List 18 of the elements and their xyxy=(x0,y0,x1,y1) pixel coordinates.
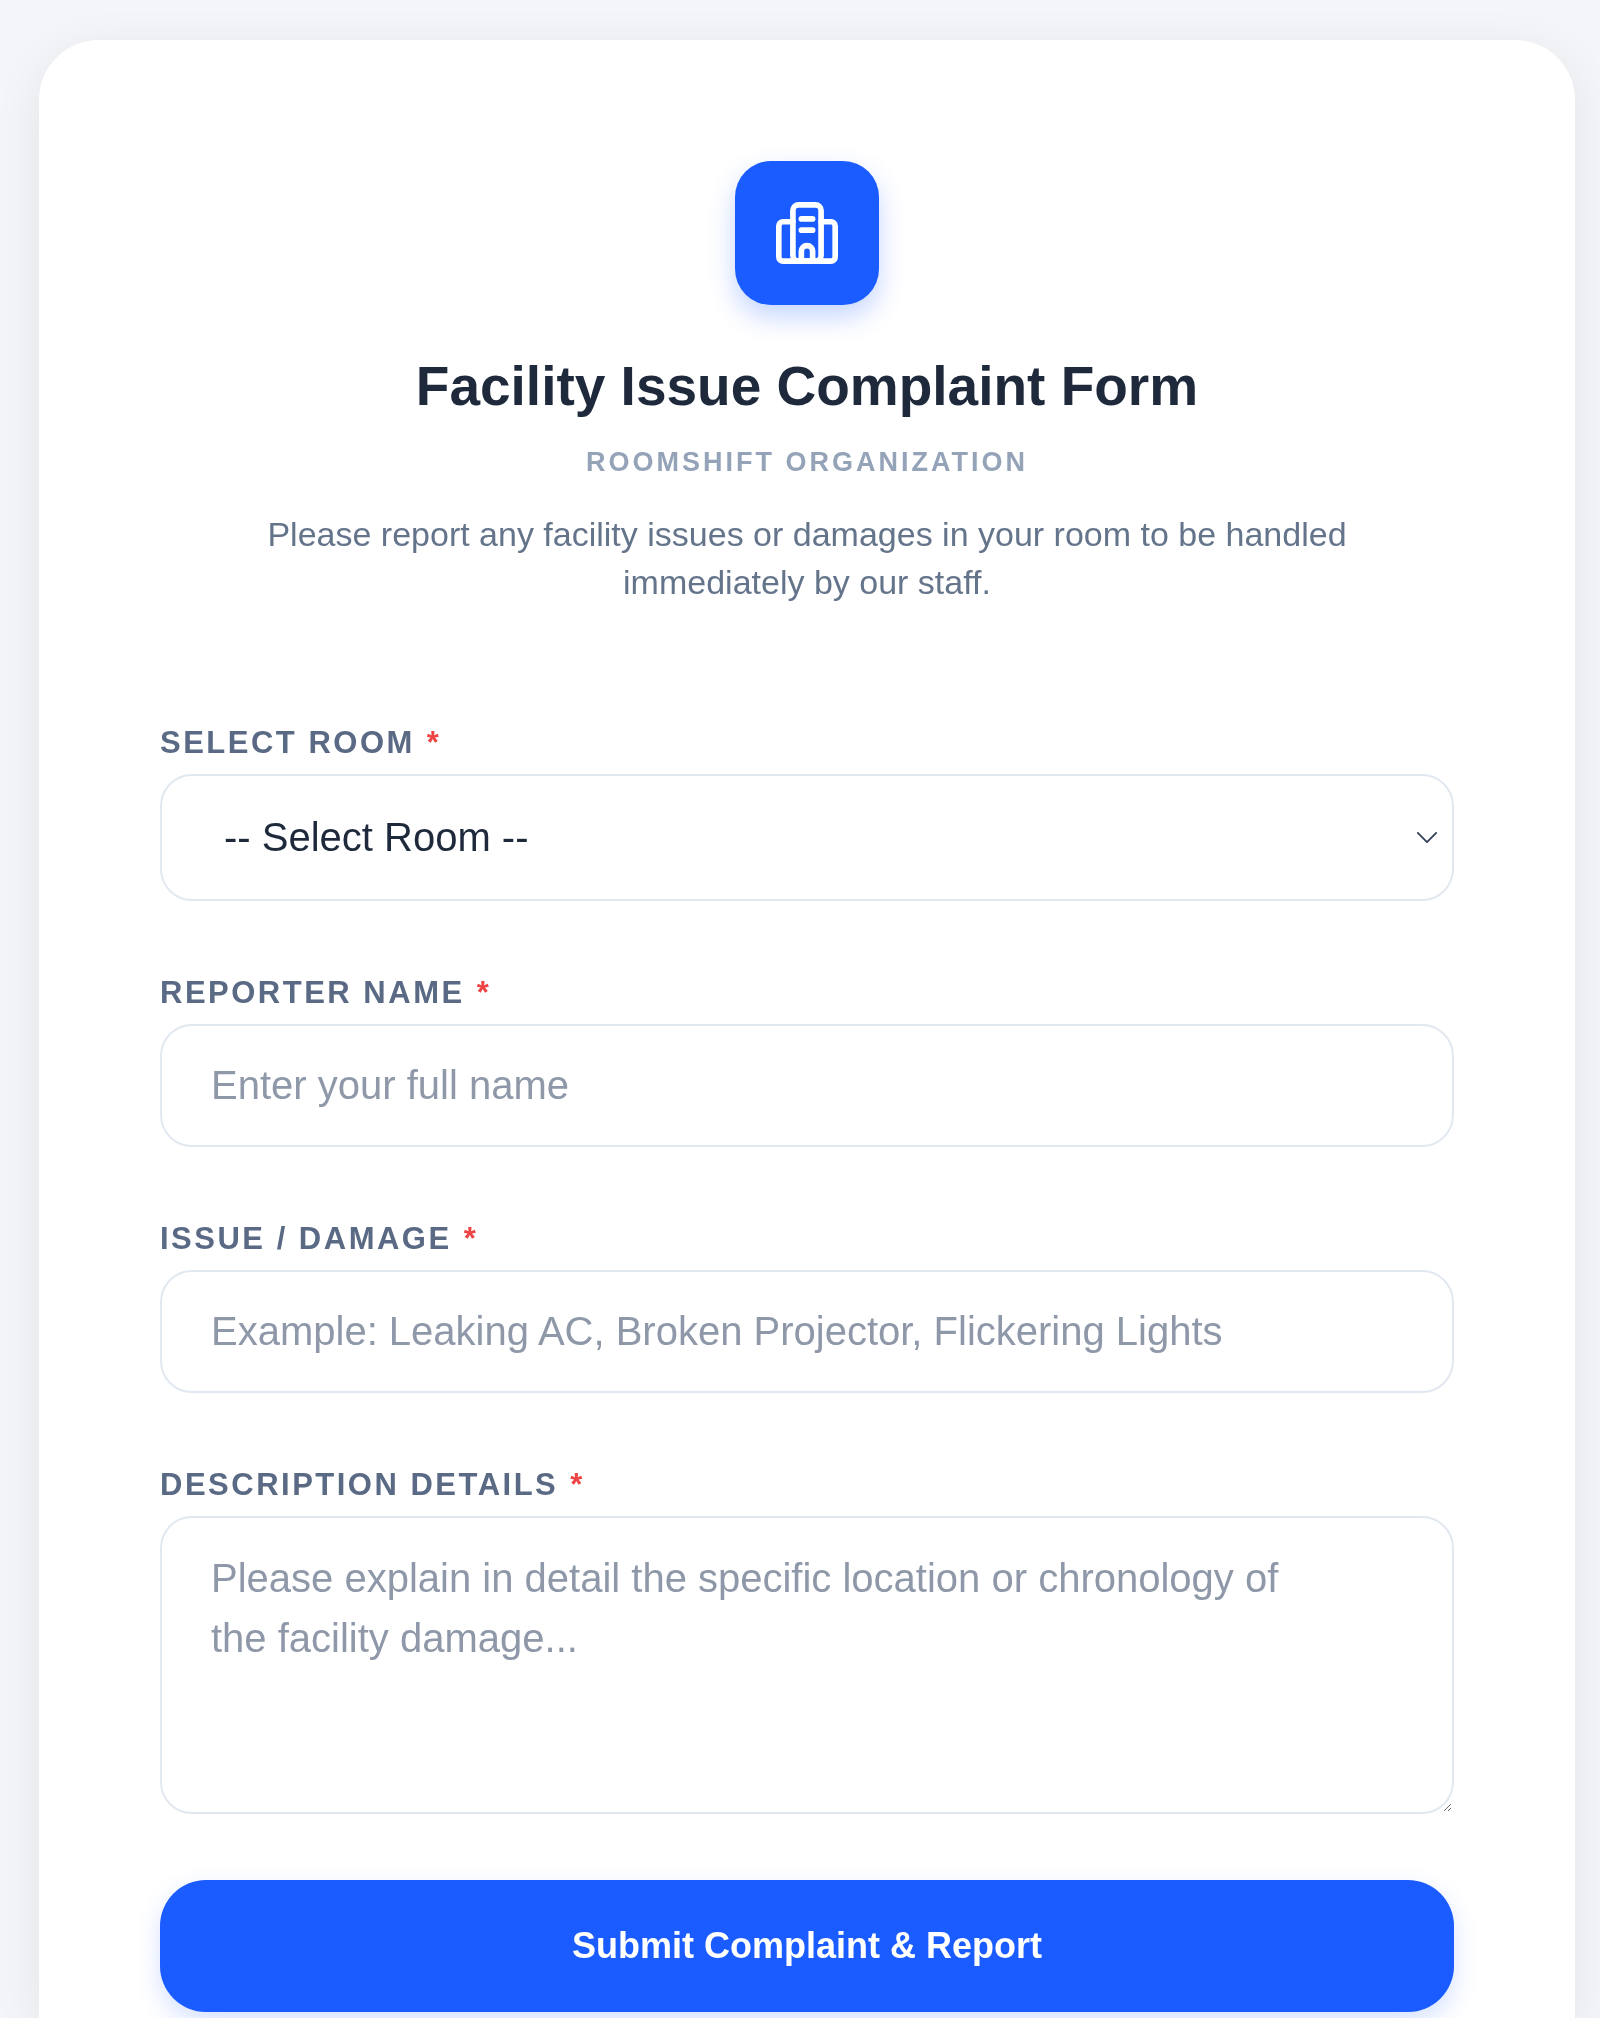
chevron-down-icon xyxy=(1416,831,1438,844)
input-field[interactable]: Example: Leaking AC, Broken Projector, Flickering Lights xyxy=(160,1270,1454,1393)
field-label: SELECT ROOM xyxy=(160,725,415,761)
textarea-field[interactable]: Please explain in detail the specific location or chronology of the facility damage... xyxy=(160,1516,1454,1814)
organization-name: ROOMSHIFT ORGANIZATION xyxy=(586,446,1028,479)
field-label: REPORTER NAME xyxy=(160,975,465,1011)
required-asterisk: * xyxy=(476,975,489,1011)
input-field[interactable]: Enter your full name xyxy=(160,1024,1454,1147)
required-asterisk: * xyxy=(426,725,439,761)
form-title: Facility Issue Complaint Form xyxy=(415,354,1199,418)
form-description: Please report any facility issues or damages in your room to be handled immediately by our staff. xyxy=(266,514,1348,603)
submit-button[interactable]: Submit Complaint & Report xyxy=(160,1880,1454,2012)
field-label: DESCRIPTION DETAILS xyxy=(160,1467,559,1503)
dropdown-select[interactable]: -- Select Room -- xyxy=(160,774,1454,901)
required-asterisk: * xyxy=(570,1467,583,1503)
required-asterisk: * xyxy=(463,1221,476,1257)
field-label: ISSUE / DAMAGE xyxy=(160,1221,452,1257)
building-icon xyxy=(735,161,879,305)
